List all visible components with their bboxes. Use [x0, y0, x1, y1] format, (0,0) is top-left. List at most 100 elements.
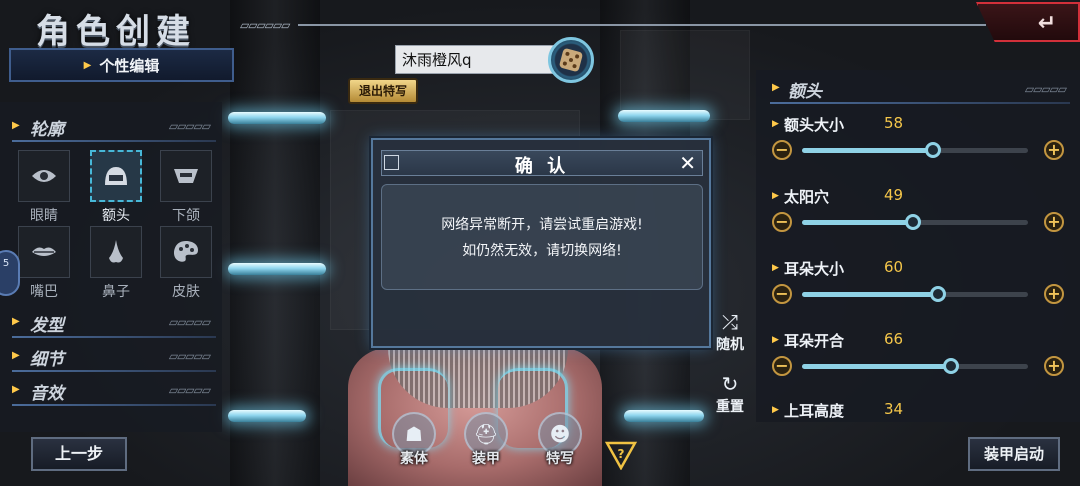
mode-base-body[interactable]: ☗ 素体: [388, 412, 440, 468]
feature-eyes[interactable]: 眼睛: [18, 150, 70, 225]
mode-closeup[interactable]: ☻ 特写: [534, 412, 586, 468]
minus-icon[interactable]: −: [772, 140, 792, 160]
personal-edit-label: 个性编辑: [99, 56, 160, 75]
slider-track[interactable]: [802, 286, 1028, 302]
plus-icon[interactable]: +: [1044, 140, 1064, 160]
slash-decoration: ▱▱▱▱▱: [1024, 82, 1067, 96]
mode-label: 特写: [546, 451, 574, 467]
title-decoration: ▱▱▱▱▱▱: [236, 12, 986, 36]
slider-name: 太阳穴: [784, 188, 830, 206]
slider-fill: [802, 220, 913, 225]
slider-track[interactable]: [802, 358, 1028, 374]
slider-knob[interactable]: [925, 142, 942, 158]
triangle-icon: ▶: [12, 384, 20, 395]
feature-label: 鼻子: [102, 284, 130, 300]
section-details[interactable]: ▶ 细节 ▱▱▱▱▱: [12, 344, 216, 372]
slider-row[interactable]: ▶ 耳朵大小 60 − +: [770, 258, 1070, 318]
previous-step-button[interactable]: 上一步: [31, 437, 127, 471]
slider-track[interactable]: [802, 142, 1028, 158]
slider-name: 额头大小: [784, 116, 845, 134]
return-arrow-icon: ↵: [1037, 11, 1056, 36]
feature-forehead[interactable]: 额头: [90, 150, 142, 225]
back-button[interactable]: ↵: [976, 2, 1080, 42]
triangle-icon: ▶: [772, 191, 779, 201]
triangle-icon: ▶: [772, 335, 779, 345]
section-label: 细节: [30, 350, 64, 370]
section-outline[interactable]: ▶ 轮廓 ▱▱▱▱▱: [12, 114, 216, 142]
feature-jaw[interactable]: 下颌: [160, 150, 212, 225]
light-bar: [228, 112, 326, 124]
character-name-input[interactable]: [395, 45, 570, 74]
slider-value: 34: [884, 400, 904, 418]
slider-fill: [802, 148, 934, 153]
feature-label: 额头: [102, 208, 130, 224]
slider-value: 49: [884, 186, 904, 204]
personal-edit-tab[interactable]: ▶ 个性编辑: [9, 48, 234, 82]
slider-row[interactable]: ▶上耳高度34−+: [770, 400, 1070, 422]
slider-knob[interactable]: [943, 358, 960, 374]
reset-icon: ↻: [721, 372, 739, 396]
feature-nose[interactable]: 鼻子: [90, 226, 142, 301]
confirm-dialog: 确 认 ✕ 网络异常断开，请尝试重启游戏! 如仍然无效，请切换网络!: [371, 138, 711, 348]
feature-label: 眼睛: [30, 208, 58, 224]
triangle-icon: ▶: [772, 405, 779, 415]
section-sound[interactable]: ▶ 音效 ▱▱▱▱▱: [12, 378, 216, 406]
slider-name: 上耳高度: [784, 402, 845, 420]
minus-icon[interactable]: −: [772, 356, 792, 376]
dialog-title: 确 认: [514, 156, 570, 177]
random-name-button[interactable]: [548, 37, 594, 83]
slider-row[interactable]: ▶ 耳朵开合 66 − +: [770, 330, 1070, 390]
side-badge[interactable]: 5: [0, 250, 20, 296]
dice-icon: [558, 47, 584, 73]
slider-value: 60: [884, 258, 904, 276]
slider-row[interactable]: ▶ 额头大小 58 − +: [770, 114, 1070, 174]
slash-decoration: ▱▱▱▱▱: [168, 119, 211, 133]
palette-icon: [174, 241, 198, 262]
slider-knob[interactable]: [929, 286, 946, 302]
svg-text:?: ?: [618, 447, 625, 461]
feature-label: 嘴巴: [30, 284, 58, 300]
feature-label: 下颌: [172, 208, 200, 224]
section-label: 发型: [30, 316, 64, 336]
slash-decoration: ▱▱▱▱▱: [168, 383, 211, 397]
slider-fill: [802, 364, 952, 369]
slider-name: 耳朵开合: [784, 332, 845, 350]
feature-label: 皮肤: [172, 284, 200, 300]
light-bar: [618, 110, 710, 122]
plus-icon[interactable]: +: [1044, 284, 1064, 304]
reset-label: 重置: [716, 399, 744, 415]
eye-icon: [32, 170, 56, 182]
reset-button[interactable]: ↻ 重置: [712, 372, 748, 416]
dialog-message-line: 如仍然无效，请切换网络!: [462, 243, 622, 259]
close-icon[interactable]: ✕: [679, 151, 696, 175]
shuffle-icon: ⤮: [722, 310, 738, 334]
minus-icon[interactable]: −: [772, 212, 792, 232]
section-label: 轮廓: [30, 120, 64, 140]
nose-icon: [109, 240, 123, 263]
right-section-label: 额头: [788, 82, 822, 102]
help-button[interactable]: ?: [604, 440, 638, 470]
section-label: 音效: [30, 384, 64, 404]
section-hairstyle[interactable]: ▶ 发型 ▱▱▱▱▱: [12, 310, 216, 338]
random-button[interactable]: ⤮ 随机: [712, 310, 748, 354]
slider-value: 58: [884, 114, 904, 132]
slider-knob[interactable]: [904, 214, 921, 230]
plus-icon[interactable]: +: [1044, 356, 1064, 376]
mode-armor[interactable]: ⛑ 装甲: [460, 412, 512, 468]
warning-triangle-icon: ?: [604, 441, 638, 470]
armor-start-button[interactable]: 装甲启动: [968, 437, 1060, 471]
minus-icon[interactable]: −: [772, 284, 792, 304]
slider-row[interactable]: ▶ 太阳穴 49 − +: [770, 186, 1070, 246]
right-panel: ▶ 额头 ▱▱▱▱▱ ▶ 额头大小 58 − + ▶ 太阳穴 49 − + ▶ 耳朵大小 60 − + ▶ 耳朵…: [756, 70, 1080, 422]
exit-closeup-button[interactable]: 退出特写: [348, 78, 418, 104]
slider-track[interactable]: [802, 214, 1028, 230]
dialog-header: 确 认 ✕: [381, 150, 703, 177]
plus-icon[interactable]: +: [1044, 212, 1064, 232]
dialog-message: 网络异常断开，请尝试重启游戏! 如仍然无效，请切换网络!: [381, 184, 703, 290]
feature-mouth[interactable]: 嘴巴: [18, 226, 70, 301]
slider-fill: [802, 292, 938, 297]
forehead-icon: [105, 167, 127, 185]
feature-skin[interactable]: 皮肤: [160, 226, 212, 301]
mouth-icon: [32, 247, 56, 256]
triangle-icon: ▶: [772, 263, 779, 273]
